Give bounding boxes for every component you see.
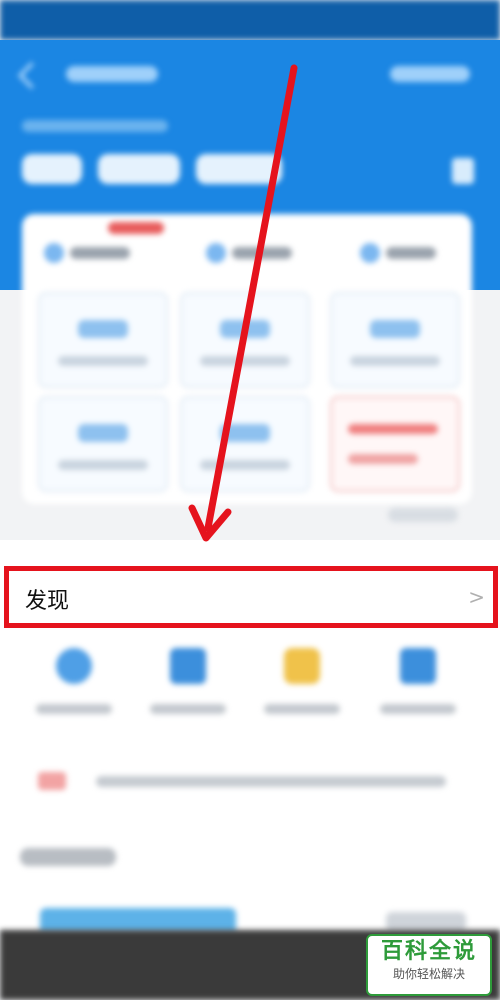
menu-icon[interactable] xyxy=(452,158,474,184)
package-tile[interactable] xyxy=(180,396,310,492)
package-tile[interactable] xyxy=(38,396,168,492)
package-tile[interactable] xyxy=(38,292,168,388)
section-more[interactable] xyxy=(386,912,466,932)
chevron-right-icon: > xyxy=(468,585,485,609)
discover-item-3[interactable] xyxy=(254,648,354,738)
notice-text xyxy=(96,776,446,787)
watermark-title: 百科全说 xyxy=(380,939,477,964)
document-icon xyxy=(170,648,206,684)
phone-icon xyxy=(400,648,436,684)
phone-number-part-2 xyxy=(98,154,180,184)
section-title xyxy=(20,848,116,866)
header-action[interactable] xyxy=(390,66,470,82)
discover-item-label xyxy=(150,704,226,714)
discover-item-label xyxy=(380,704,456,714)
arrow-head xyxy=(188,504,232,542)
package-tile[interactable] xyxy=(330,292,460,388)
tab-1-icon xyxy=(44,243,64,263)
service-icon xyxy=(56,648,92,684)
tab-3-label xyxy=(386,247,436,259)
banner-strip[interactable] xyxy=(40,908,236,932)
discover-item-label xyxy=(36,704,112,714)
phone-number-part-3 xyxy=(196,154,282,184)
notice-badge xyxy=(38,772,66,790)
discover-row[interactable]: 发现 > xyxy=(4,566,498,628)
discover-item-4[interactable] xyxy=(370,648,470,738)
tab-2[interactable] xyxy=(206,238,292,268)
ticket-icon xyxy=(284,648,320,684)
tab-badge xyxy=(108,222,164,234)
phone-number xyxy=(22,154,82,184)
tab-2-label xyxy=(232,247,292,259)
back-arrow-icon[interactable] xyxy=(18,62,45,89)
notice-row[interactable] xyxy=(22,768,478,794)
status-bar xyxy=(0,0,500,40)
tab-1[interactable] xyxy=(44,238,130,268)
tab-3-icon xyxy=(360,243,380,263)
tab-3[interactable] xyxy=(360,238,436,268)
watermark-logo: 百科全说 助你轻松解决 xyxy=(366,934,492,996)
header-subtitle xyxy=(22,120,168,132)
package-tile[interactable] xyxy=(180,292,310,388)
more-link[interactable] xyxy=(388,508,458,522)
promo-tile[interactable] xyxy=(330,396,460,492)
tab-2-icon xyxy=(206,243,226,263)
discover-label: 发现 xyxy=(25,589,70,614)
tab-1-label xyxy=(70,247,130,259)
discover-item-1[interactable] xyxy=(26,648,126,738)
discover-item-2[interactable] xyxy=(140,648,240,738)
discover-item-label xyxy=(264,704,340,714)
watermark-subtitle: 助你轻松解决 xyxy=(392,967,465,981)
header-title xyxy=(66,66,158,82)
